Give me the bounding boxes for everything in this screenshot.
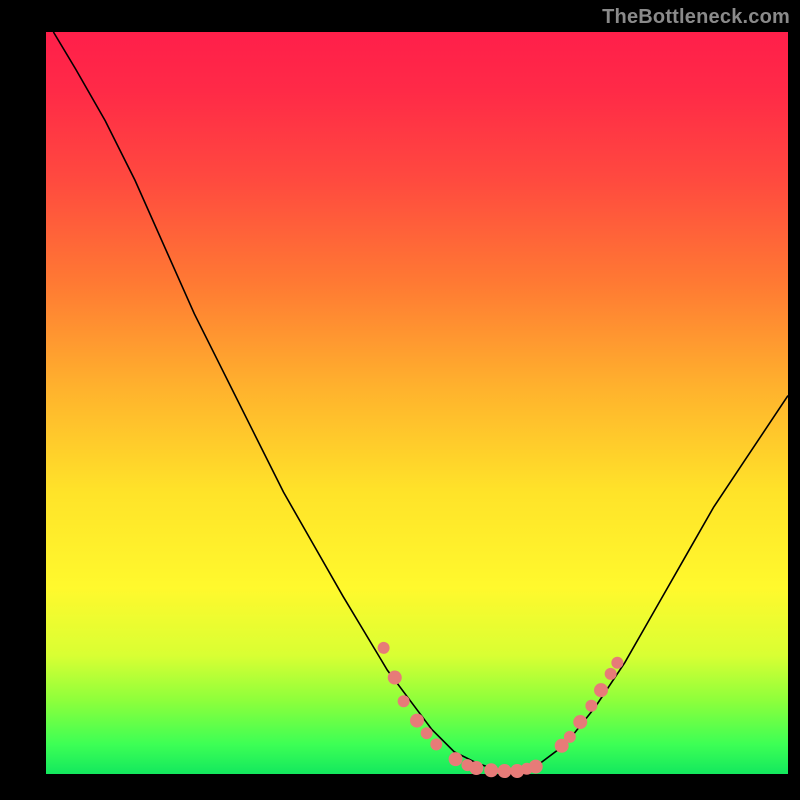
scatter-point (611, 657, 623, 669)
scatter-point (378, 642, 390, 654)
scatter-point (484, 763, 498, 777)
scatter-point (573, 715, 587, 729)
plot-svg (46, 32, 788, 774)
scatter-point (398, 695, 410, 707)
scatter-point (421, 727, 433, 739)
scatter-point (564, 731, 576, 743)
scatter-point (498, 764, 512, 778)
watermark-text: TheBottleneck.com (602, 6, 790, 29)
scatter-point (410, 714, 424, 728)
scatter-point (605, 668, 617, 680)
scatter-point (430, 738, 442, 750)
scatter-point (594, 683, 608, 697)
scatter-point (449, 752, 463, 766)
scatter-point (469, 761, 483, 775)
scatter-point (585, 700, 597, 712)
bottleneck-curve (53, 32, 788, 771)
scatter-group (378, 642, 624, 778)
chart-frame: TheBottleneck.com (0, 0, 800, 800)
plot-area (46, 32, 788, 774)
scatter-point (529, 760, 543, 774)
scatter-point (388, 671, 402, 685)
